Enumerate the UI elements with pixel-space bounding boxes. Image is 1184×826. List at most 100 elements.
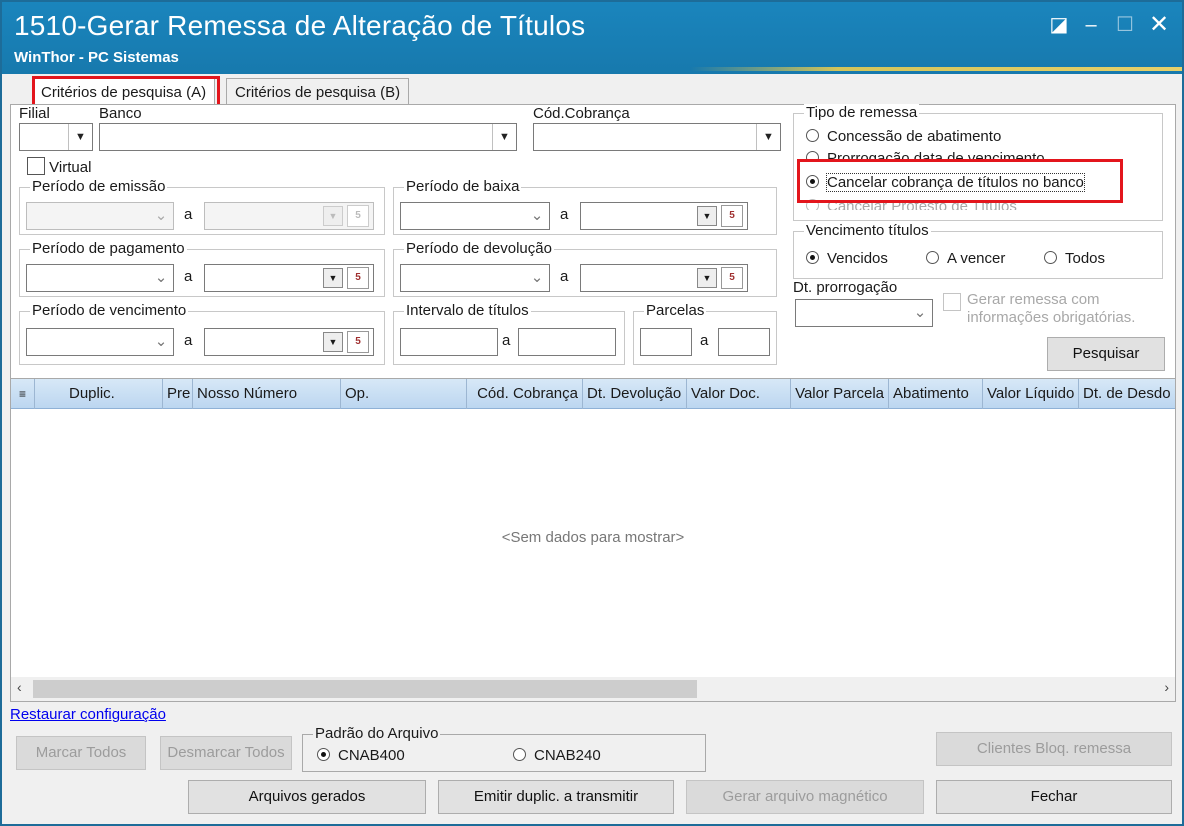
restore-icon[interactable]: ◪ bbox=[1046, 12, 1072, 38]
radio-vencidos[interactable]: Vencidos bbox=[806, 250, 888, 267]
restaurar-configuracao-link[interactable]: Restaurar configuração bbox=[10, 706, 166, 723]
radio-todos[interactable]: Todos bbox=[1044, 250, 1105, 267]
col-valor-liquido[interactable]: Valor Líquido bbox=[983, 379, 1079, 409]
horizontal-scrollbar[interactable]: ‹ › bbox=[11, 677, 1175, 701]
arquivos-gerados-button[interactable]: Arquivos gerados bbox=[188, 780, 426, 814]
minimize-icon[interactable]: – bbox=[1078, 12, 1104, 38]
calendar-icon[interactable]: 5 bbox=[721, 205, 743, 227]
gerar-arquivo-magnetico-button[interactable]: Gerar arquivo magnético bbox=[686, 780, 924, 814]
col-abatimento[interactable]: Abatimento bbox=[889, 379, 983, 409]
results-grid: ≡ Duplic. Pre Nosso Número Op. Cód. Cobr… bbox=[10, 378, 1176, 702]
fechar-button[interactable]: Fechar bbox=[936, 780, 1172, 814]
chevron-down-icon[interactable]: ⌄ bbox=[149, 329, 173, 355]
radio-dot-selected[interactable] bbox=[317, 748, 330, 761]
col-dt-desdobramento[interactable]: Dt. de Desdo bbox=[1079, 379, 1177, 409]
marcar-todos-button[interactable]: Marcar Todos bbox=[16, 736, 146, 770]
scrollbar-thumb[interactable] bbox=[33, 680, 697, 698]
title-accent-stripe bbox=[690, 67, 1182, 71]
vencimento-start-combo[interactable]: ⌄ bbox=[26, 328, 174, 356]
calendar-icon[interactable]: 5 bbox=[347, 205, 369, 227]
chevron-down-icon[interactable]: ▼ bbox=[492, 124, 516, 150]
radio-dot[interactable] bbox=[806, 129, 819, 142]
devolucao-start-combo[interactable]: ⌄ bbox=[400, 264, 550, 292]
calendar-icon[interactable]: 5 bbox=[721, 267, 743, 289]
devolucao-end-datepicker[interactable]: ▼ 5 bbox=[580, 264, 748, 292]
chevron-down-icon[interactable]: ⌄ bbox=[908, 300, 932, 326]
filial-combo[interactable]: ▼ bbox=[19, 123, 93, 151]
banco-combo[interactable]: ▼ bbox=[99, 123, 517, 151]
chevron-down-icon[interactable]: ▼ bbox=[68, 124, 92, 150]
pesquisar-button[interactable]: Pesquisar bbox=[1047, 337, 1165, 371]
parcela-start-input[interactable] bbox=[640, 328, 692, 356]
chevron-down-icon[interactable]: ▼ bbox=[697, 206, 717, 226]
window-subtitle: WinThor - PC Sistemas bbox=[14, 49, 179, 66]
content-area: Critérios de pesquisa (A) Critérios de p… bbox=[8, 76, 1178, 822]
title-bar[interactable]: 1510-Gerar Remessa de Alteração de Títul… bbox=[2, 2, 1182, 74]
col-valor-doc[interactable]: Valor Doc. bbox=[687, 379, 791, 409]
column-chooser-icon[interactable]: ≡ bbox=[11, 379, 35, 409]
radio-label: A vencer bbox=[947, 250, 1006, 267]
pagamento-start-combo[interactable]: ⌄ bbox=[26, 264, 174, 292]
parcela-end-input[interactable] bbox=[718, 328, 770, 356]
emitir-duplic-button[interactable]: Emitir duplic. a transmitir bbox=[438, 780, 674, 814]
col-cod-cobranca[interactable]: Cód. Cobrança bbox=[467, 379, 583, 409]
radio-dot[interactable] bbox=[1044, 251, 1057, 264]
a-label: a bbox=[184, 268, 193, 285]
chevron-down-icon[interactable]: ⌄ bbox=[525, 265, 549, 291]
parcelas-label: Parcelas bbox=[644, 302, 707, 319]
emissao-end-datepicker[interactable]: ▼ 5 bbox=[204, 202, 374, 230]
checkbox-box[interactable] bbox=[943, 293, 961, 311]
emissao-start-combo[interactable]: ⌄ bbox=[26, 202, 174, 230]
radio-label: CNAB240 bbox=[534, 747, 601, 764]
chevron-down-icon[interactable]: ⌄ bbox=[149, 265, 173, 291]
virtual-checkbox[interactable]: Virtual bbox=[27, 157, 91, 176]
chevron-down-icon[interactable]: ▼ bbox=[323, 332, 343, 352]
radio-dot[interactable] bbox=[926, 251, 939, 264]
calendar-icon[interactable]: 5 bbox=[347, 267, 369, 289]
scroll-left-icon[interactable]: ‹ bbox=[17, 679, 22, 695]
chevron-down-icon[interactable]: ⌄ bbox=[149, 203, 173, 229]
chevron-down-icon[interactable]: ▼ bbox=[323, 268, 343, 288]
chevron-down-icon[interactable]: ▼ bbox=[323, 206, 343, 226]
periodo-pagamento-group: Período de pagamento ⌄ a ▼ 5 bbox=[19, 240, 385, 297]
checkbox-box[interactable] bbox=[27, 157, 45, 175]
periodo-emissao-label: Período de emissão bbox=[30, 178, 168, 195]
vencimento-end-datepicker[interactable]: ▼ 5 bbox=[204, 328, 374, 356]
periodo-pagamento-label: Período de pagamento bbox=[30, 240, 187, 257]
col-valor-parcela[interactable]: Valor Parcela bbox=[791, 379, 889, 409]
col-pre[interactable]: Pre bbox=[163, 379, 193, 409]
periodo-vencimento-group: Período de vencimento ⌄ a ▼ 5 bbox=[19, 302, 385, 365]
radio-a-vencer[interactable]: A vencer bbox=[926, 250, 1005, 267]
cod-cobranca-combo[interactable]: ▼ bbox=[533, 123, 781, 151]
gerar-remessa-checkbox[interactable]: Gerar remessa com informações obrigatóri… bbox=[943, 291, 1135, 327]
radio-concessao-abatimento[interactable]: Concessão de abatimento bbox=[806, 128, 1001, 145]
periodo-baixa-group: Período de baixa ⌄ a ▼ 5 bbox=[393, 178, 777, 235]
calendar-icon[interactable]: 5 bbox=[347, 331, 369, 353]
periodo-devolucao-group: Período de devolução ⌄ a ▼ 5 bbox=[393, 240, 777, 297]
close-icon[interactable]: ✕ bbox=[1146, 12, 1172, 38]
radio-dot-selected[interactable] bbox=[806, 251, 819, 264]
gerar-remessa-label-1: Gerar remessa com bbox=[967, 291, 1100, 308]
scroll-right-icon[interactable]: › bbox=[1164, 679, 1169, 695]
pagamento-end-datepicker[interactable]: ▼ 5 bbox=[204, 264, 374, 292]
tab-criterios-b[interactable]: Critérios de pesquisa (B) bbox=[226, 78, 410, 105]
desmarcar-todos-button[interactable]: Desmarcar Todos bbox=[160, 736, 292, 770]
chevron-down-icon[interactable]: ▼ bbox=[697, 268, 717, 288]
baixa-end-datepicker[interactable]: ▼ 5 bbox=[580, 202, 748, 230]
radio-cnab240[interactable]: CNAB240 bbox=[513, 747, 601, 764]
col-nosso-numero[interactable]: Nosso Número bbox=[193, 379, 341, 409]
radio-dot[interactable] bbox=[513, 748, 526, 761]
titulo-end-input[interactable] bbox=[518, 328, 616, 356]
col-dt-devolucao[interactable]: Dt. Devolução bbox=[583, 379, 687, 409]
chevron-down-icon[interactable]: ⌄ bbox=[525, 203, 549, 229]
radio-cnab400[interactable]: CNAB400 bbox=[317, 747, 405, 764]
col-op[interactable]: Op. bbox=[341, 379, 467, 409]
clientes-bloq-remessa-button[interactable]: Clientes Bloq. remessa bbox=[936, 732, 1172, 766]
col-duplic[interactable]: Duplic. bbox=[65, 379, 163, 409]
maximize-icon[interactable]: ☐ bbox=[1112, 12, 1138, 38]
virtual-label: Virtual bbox=[49, 159, 92, 176]
dt-prorrogacao-combo[interactable]: ⌄ bbox=[795, 299, 933, 327]
baixa-start-combo[interactable]: ⌄ bbox=[400, 202, 550, 230]
titulo-start-input[interactable] bbox=[400, 328, 498, 356]
chevron-down-icon[interactable]: ▼ bbox=[756, 124, 780, 150]
